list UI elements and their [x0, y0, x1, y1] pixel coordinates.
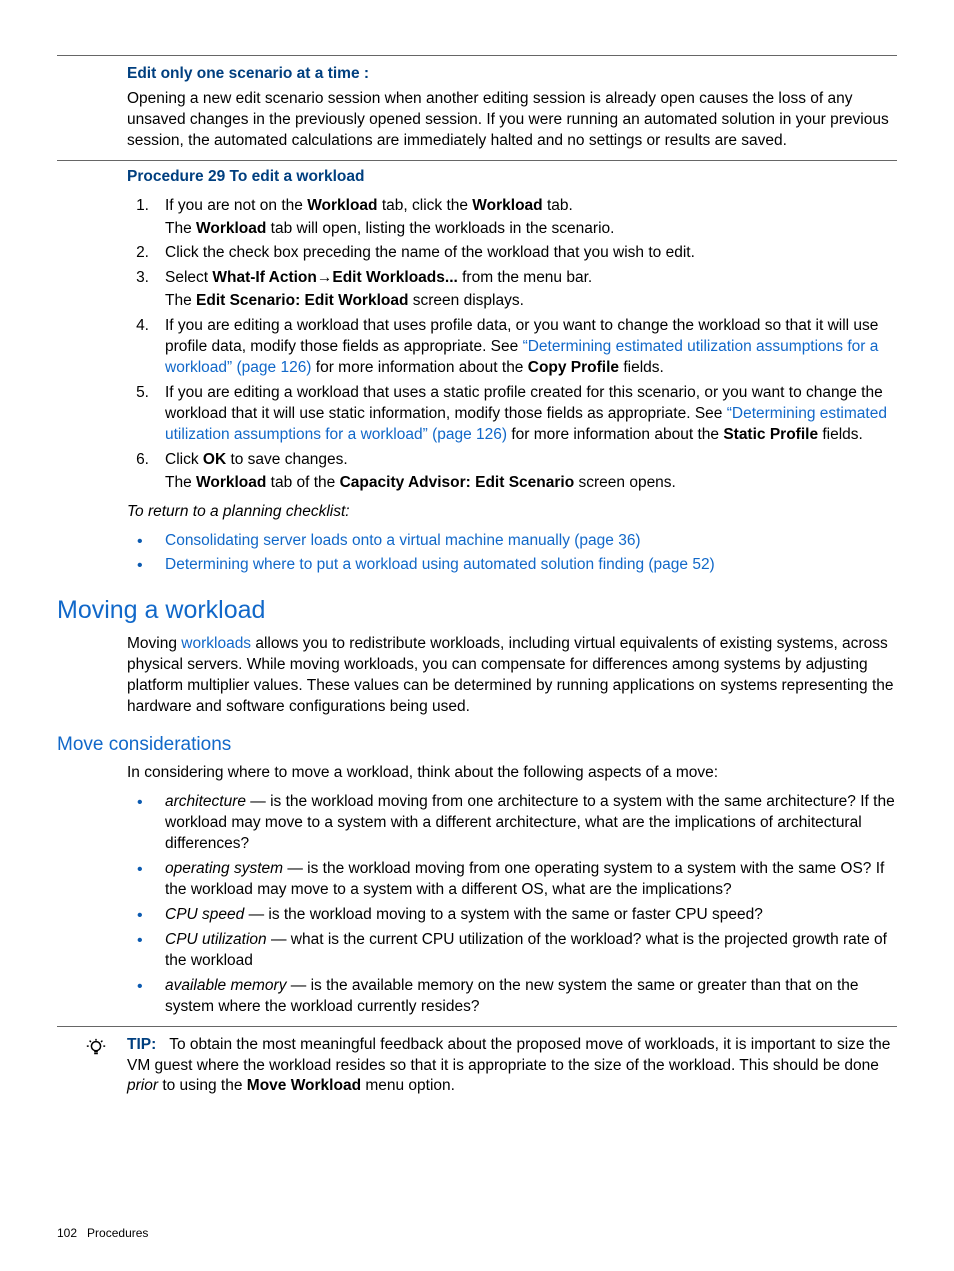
callout-body: Opening a new edit scenario session when… [127, 89, 897, 152]
steps: 1. If you are not on the Workload tab, c… [127, 196, 897, 494]
page-number: 102 [57, 1226, 77, 1240]
text: fields. [619, 359, 664, 376]
text: screen displays. [408, 292, 523, 309]
text: for more information about the [311, 359, 527, 376]
list-item: CPU utilization — what is the current CP… [127, 930, 897, 972]
bold: Workload [196, 220, 266, 237]
text: screen opens. [574, 474, 676, 491]
tip-label: TIP: [127, 1036, 156, 1053]
term: architecture [165, 793, 246, 810]
list-item: architecture — is the workload moving fr… [127, 792, 897, 855]
term: CPU utilization [165, 931, 267, 948]
step-number: 5. [127, 383, 149, 404]
text: fields. [818, 426, 863, 443]
term: available memory [165, 977, 286, 994]
procedure-title: Procedure 29 To edit a workload [127, 167, 897, 188]
text: tab. [543, 197, 573, 214]
callout-title: Edit only one scenario at a time : [127, 64, 897, 85]
list-item: operating system — is the workload movin… [127, 859, 897, 901]
text: — is the workload moving to a system wit… [244, 906, 763, 923]
text: The [165, 220, 196, 237]
callout: Edit only one scenario at a time : Openi… [57, 64, 897, 152]
step-sub: The Workload tab of the Capacity Advisor… [165, 473, 897, 494]
step-number: 2. [127, 243, 149, 264]
rule [57, 160, 897, 161]
step-4: 4. If you are editing a workload that us… [127, 316, 897, 379]
lightbulb-icon [57, 1035, 127, 1067]
step-3: 3. Select What-If Action→Edit Workloads.… [127, 268, 897, 312]
step-sub: The Edit Scenario: Edit Workload screen … [165, 291, 897, 312]
text: Moving [127, 635, 181, 652]
section-name: Procedures [87, 1226, 148, 1240]
bold: Workload [307, 197, 377, 214]
step-sub: The Workload tab will open, listing the … [165, 219, 897, 240]
term: CPU speed [165, 906, 244, 923]
list-item: available memory — is the available memo… [127, 976, 897, 1018]
text: from the menu bar. [458, 269, 592, 286]
bold: Workload [196, 474, 266, 491]
text: Click [165, 451, 203, 468]
link[interactable]: Determining where to put a workload usin… [165, 556, 715, 573]
heading-moving: Moving a workload [57, 594, 897, 628]
text: — is the workload moving from one archit… [165, 793, 895, 852]
text: The [165, 474, 196, 491]
tip-body: TIP: To obtain the most meaningful feedb… [127, 1035, 897, 1098]
bold: What-If Action [212, 269, 316, 286]
considerations-body: In considering where to move a workload,… [57, 763, 897, 1017]
list-item: Consolidating server loads onto a virtua… [127, 531, 897, 552]
tip: TIP: To obtain the most meaningful feedb… [57, 1035, 897, 1098]
text: to using the [158, 1077, 247, 1094]
bold: Copy Profile [528, 359, 619, 376]
text: tab will open, listing the workloads in … [266, 220, 614, 237]
bold: OK [203, 451, 226, 468]
rule [57, 55, 897, 56]
procedure: Procedure 29 To edit a workload 1. If yo… [57, 167, 897, 577]
italic: prior [127, 1077, 158, 1094]
text: — what is the current CPU utilization of… [165, 931, 887, 969]
text: to save changes. [226, 451, 348, 468]
text: menu option. [361, 1077, 455, 1094]
step-number: 3. [127, 268, 149, 289]
step-number: 1. [127, 196, 149, 217]
step-1: 1. If you are not on the Workload tab, c… [127, 196, 897, 240]
considerations-list: architecture — is the workload moving fr… [127, 792, 897, 1017]
moving-paragraph: Moving workloads allows you to redistrib… [57, 634, 897, 718]
text: If you are not on the [165, 197, 307, 214]
text: Select [165, 269, 212, 286]
arrow-icon: → [317, 269, 333, 286]
step-number: 6. [127, 450, 149, 471]
bold: Edit Scenario: Edit Workload [196, 292, 408, 309]
step-number: 4. [127, 316, 149, 337]
text: To obtain the most meaningful feedback a… [127, 1036, 890, 1074]
bold: Static Profile [723, 426, 818, 443]
text: tab, click the [378, 197, 473, 214]
rule [57, 1026, 897, 1027]
step-2: 2. Click the check box preceding the nam… [127, 243, 897, 264]
step-6: 6. Click OK to save changes. The Workloa… [127, 450, 897, 494]
return-links: Consolidating server loads onto a virtua… [127, 531, 897, 577]
return-intro: To return to a planning checklist: [127, 502, 897, 523]
text: Click the check box preceding the name o… [165, 244, 695, 261]
text: for more information about the [507, 426, 723, 443]
bold: Capacity Advisor: Edit Scenario [340, 474, 575, 491]
bold: Workload [472, 197, 542, 214]
text: tab of the [266, 474, 339, 491]
text: The [165, 292, 196, 309]
list-item: Determining where to put a workload usin… [127, 555, 897, 576]
considerations-intro: In considering where to move a workload,… [127, 763, 897, 784]
step-5: 5. If you are editing a workload that us… [127, 383, 897, 446]
footer: 102 Procedures [57, 1225, 148, 1241]
heading-considerations: Move considerations [57, 732, 897, 758]
page: Edit only one scenario at a time : Openi… [0, 0, 954, 1271]
bold: Edit Workloads... [332, 269, 457, 286]
term: operating system [165, 860, 283, 877]
link[interactable]: workloads [181, 635, 251, 652]
link[interactable]: Consolidating server loads onto a virtua… [165, 532, 641, 549]
bold: Move Workload [247, 1077, 361, 1094]
list-item: CPU speed — is the workload moving to a … [127, 905, 897, 926]
